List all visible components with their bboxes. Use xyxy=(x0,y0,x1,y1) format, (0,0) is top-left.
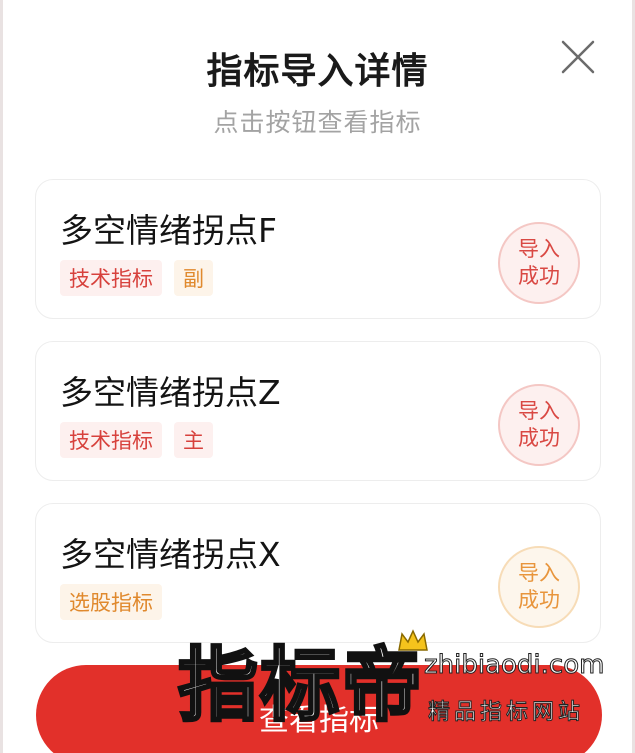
stamp-line-1: 导入 xyxy=(518,561,560,585)
indicator-card[interactable]: 多空情绪拐点Z 技术指标 主 导入 成功 xyxy=(35,341,601,481)
indicator-tags: 技术指标 主 xyxy=(60,422,213,458)
dialog-subtitle: 点击按钮查看指标 xyxy=(213,108,422,137)
indicator-card[interactable]: 多空情绪拐点F 技术指标 副 导入 成功 xyxy=(35,179,601,319)
indicator-type-tag: 技术指标 xyxy=(60,260,162,296)
stamp-line-1: 导入 xyxy=(518,399,560,423)
indicator-position-tag: 副 xyxy=(174,260,213,296)
import-success-stamp: 导入 成功 xyxy=(498,546,580,628)
view-indicator-button[interactable]: 查看指标 xyxy=(36,665,602,753)
indicator-type-tag: 技术指标 xyxy=(60,422,162,458)
stamp-line-2: 成功 xyxy=(518,588,560,612)
stamp-line-2: 成功 xyxy=(518,426,560,450)
import-success-stamp: 导入 成功 xyxy=(498,384,580,466)
indicator-card[interactable]: 多空情绪拐点X 选股指标 导入 成功 xyxy=(35,503,601,643)
stamp-line-1: 导入 xyxy=(518,237,560,261)
indicator-name: 多空情绪拐点X xyxy=(60,535,281,574)
stamp-line-2: 成功 xyxy=(518,264,560,288)
import-success-stamp: 导入 成功 xyxy=(498,222,580,304)
indicator-tags: 选股指标 xyxy=(60,584,162,620)
close-icon[interactable] xyxy=(559,38,597,76)
indicator-type-tag: 选股指标 xyxy=(60,584,162,620)
indicator-import-dialog: 指标导入详情 点击按钮查看指标 多空情绪拐点F 技术指标 副 导入 成功 多空情… xyxy=(3,0,632,753)
indicator-position-tag: 主 xyxy=(174,422,213,458)
indicator-tags: 技术指标 副 xyxy=(60,260,213,296)
indicator-name: 多空情绪拐点F xyxy=(60,211,277,250)
dialog-title: 指标导入详情 xyxy=(206,51,429,92)
indicator-name: 多空情绪拐点Z xyxy=(60,373,281,412)
